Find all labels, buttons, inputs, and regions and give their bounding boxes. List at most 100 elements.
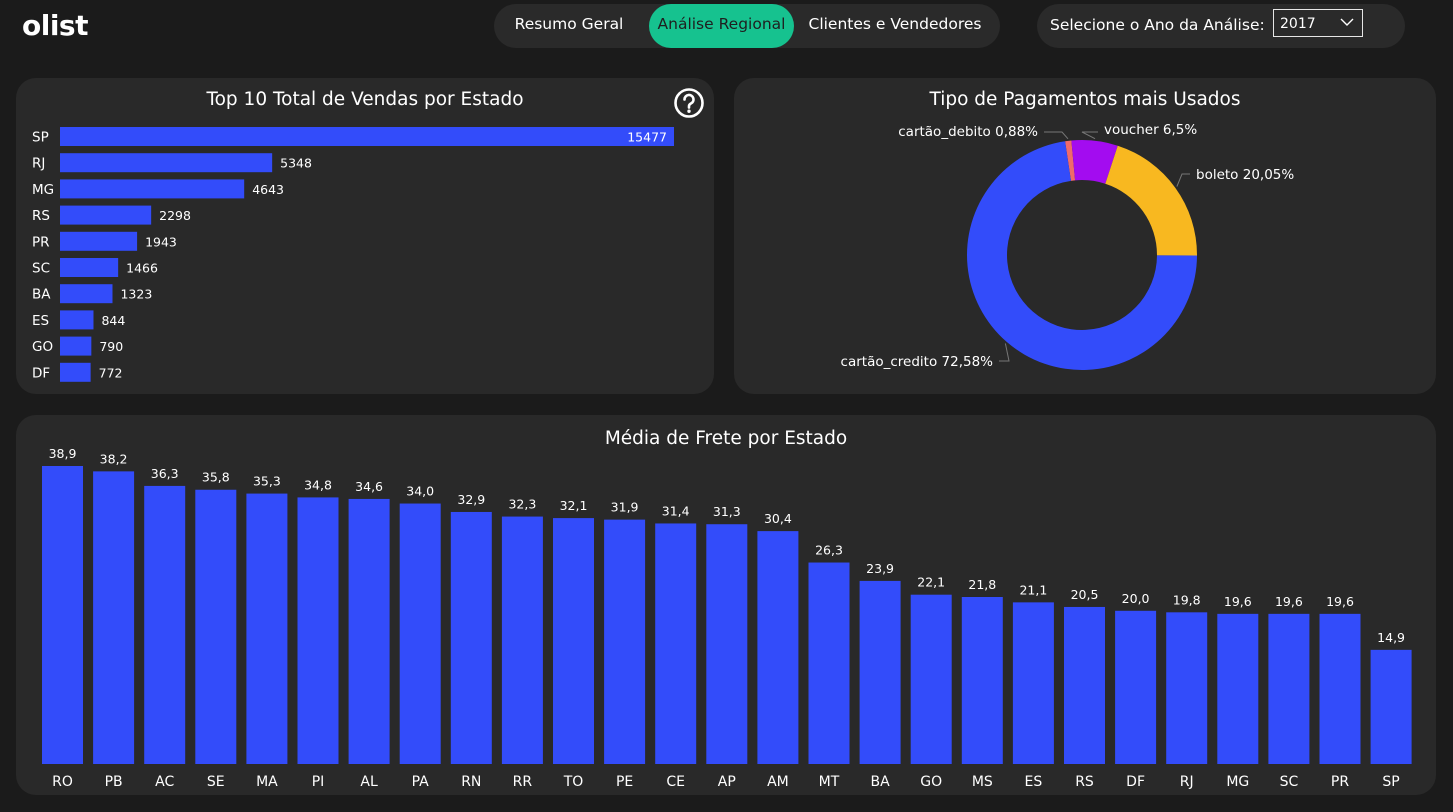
tab-analise-regional[interactable]: Análise Regional: [649, 4, 794, 48]
category-label: PR: [1331, 774, 1349, 790]
data-label: 36,3: [151, 466, 179, 481]
category-label: MT: [819, 774, 840, 790]
data-label: 4643: [252, 182, 284, 197]
bar[interactable]: [553, 518, 594, 764]
category-label: RO: [52, 774, 73, 790]
bar[interactable]: [1370, 649, 1412, 764]
data-label: 772: [99, 365, 123, 380]
tab-resumo-geral[interactable]: Resumo Geral: [498, 4, 640, 48]
data-label: 21,1: [1019, 582, 1047, 597]
bar[interactable]: [195, 489, 237, 764]
bar[interactable]: [859, 580, 901, 764]
bar[interactable]: [1268, 613, 1310, 764]
bar[interactable]: [60, 310, 94, 330]
bar[interactable]: [42, 466, 83, 764]
bar[interactable]: [246, 493, 288, 764]
year-filter-label: Selecione o Ano da Análise:: [1050, 16, 1265, 34]
category-label: ES: [1025, 774, 1043, 790]
bar[interactable]: [399, 503, 441, 764]
data-label: 35,3: [253, 474, 281, 489]
category-label: SP: [32, 130, 49, 146]
bar[interactable]: [60, 336, 92, 356]
bar[interactable]: [348, 498, 390, 764]
bar[interactable]: [655, 523, 697, 764]
bar[interactable]: [1166, 612, 1208, 764]
data-label: 38,9: [49, 446, 77, 461]
olist-logo: olist: [22, 9, 88, 42]
bar[interactable]: [1319, 613, 1361, 764]
bar[interactable]: [144, 485, 186, 764]
slice-label: cartão_debito 0,88%: [898, 124, 1038, 140]
chevron-down-icon: [1340, 18, 1354, 26]
leader-line: [999, 343, 1010, 362]
bar[interactable]: [501, 516, 543, 764]
category-label: PI: [312, 774, 325, 790]
data-label: 2298: [159, 208, 191, 223]
freight-chart: 38,9 RO 38,2 PB 36,3 AC 35,8 SE 35,3 MA 34,8 PI 34,6…: [42, 446, 1412, 790]
bar[interactable]: [450, 511, 492, 764]
top10-sales-chart: SP 15477 RJ 5348 MG 4643 RS 2298 PR 1943 SC 1466 BA 1…: [32, 127, 674, 382]
slice-label: cartão_credito 72,58%: [841, 354, 994, 370]
data-label: 19,6: [1275, 594, 1303, 609]
category-label: GO: [920, 774, 942, 790]
data-label: 790: [99, 339, 123, 354]
category-label: PE: [616, 774, 633, 790]
payment-types-chart: cartão_debito 0,88% voucher 6,5% boleto 20…: [841, 122, 1294, 370]
question-circle-icon[interactable]: [673, 87, 705, 119]
data-label: 1323: [120, 287, 152, 302]
leader-line: [1176, 173, 1190, 187]
bar[interactable]: [60, 179, 245, 199]
bar[interactable]: [604, 519, 646, 764]
leader-line: [1044, 131, 1069, 140]
bar[interactable]: [910, 594, 952, 764]
bar[interactable]: [60, 127, 674, 146]
data-label: 34,6: [355, 479, 383, 494]
bar[interactable]: [297, 497, 339, 764]
category-label: RS: [1075, 774, 1094, 790]
bar[interactable]: [1064, 606, 1105, 764]
tab-clientes-vendedores[interactable]: Clientes e Vendedores: [796, 4, 994, 48]
category-label: DF: [32, 365, 50, 381]
data-label: 26,3: [815, 543, 843, 558]
category-label: RS: [32, 208, 50, 224]
data-label: 14,9: [1377, 630, 1405, 645]
bar[interactable]: [60, 205, 152, 225]
bar[interactable]: [706, 524, 748, 764]
category-label: SP: [1382, 774, 1399, 790]
category-label: RJ: [1180, 774, 1194, 790]
bar[interactable]: [1115, 610, 1157, 764]
year-dropdown-value: 2017: [1280, 16, 1316, 32]
year-dropdown[interactable]: 2017: [1273, 9, 1363, 37]
bar[interactable]: [60, 284, 113, 304]
data-label: 19,6: [1224, 594, 1252, 609]
data-label: 31,4: [662, 503, 690, 518]
data-label: 1466: [126, 261, 158, 276]
bar[interactable]: [60, 258, 119, 277]
category-label: RN: [461, 774, 481, 790]
data-label: 31,9: [611, 500, 639, 515]
data-label: 20,0: [1122, 591, 1150, 606]
slice-label: voucher 6,5%: [1104, 122, 1197, 138]
data-label: 32,3: [508, 497, 536, 512]
data-label: 15477: [627, 130, 667, 145]
bar[interactable]: [1012, 602, 1054, 764]
bar[interactable]: [757, 531, 799, 764]
bar[interactable]: [60, 153, 273, 173]
category-label: PA: [412, 774, 430, 790]
category-label: BA: [871, 774, 891, 790]
data-label: 34,0: [406, 484, 434, 499]
data-label: 19,8: [1173, 592, 1201, 607]
bar[interactable]: [60, 362, 91, 382]
category-label: RR: [513, 774, 533, 790]
category-label: MS: [972, 774, 993, 790]
bar[interactable]: [808, 562, 850, 764]
category-label: AC: [155, 774, 174, 790]
data-label: 23,9: [866, 561, 894, 576]
bar[interactable]: [60, 231, 138, 251]
bar[interactable]: [1217, 613, 1259, 764]
data-label: 21,8: [968, 577, 996, 592]
slice[interactable]: [1105, 145, 1197, 256]
data-label: 32,9: [457, 492, 485, 507]
bar[interactable]: [93, 471, 135, 764]
bar[interactable]: [961, 596, 1003, 764]
